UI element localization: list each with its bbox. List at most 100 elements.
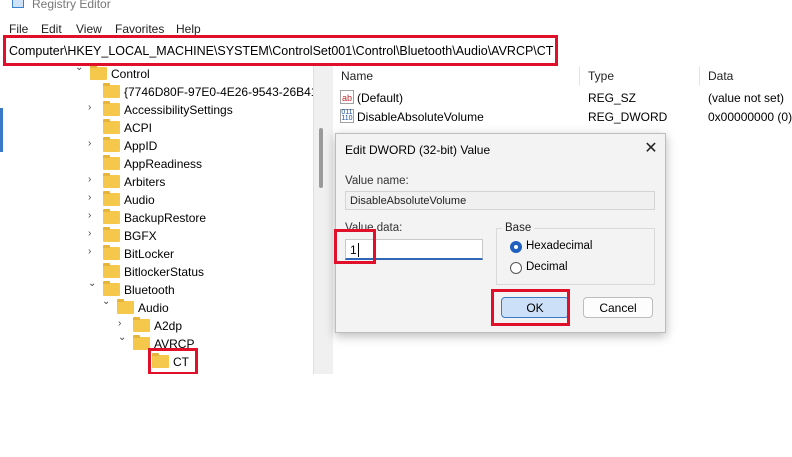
tree-node[interactable]: ⌄ Control bbox=[0, 66, 313, 83]
tree-node[interactable]: BitlockerStatus bbox=[0, 263, 313, 281]
folder-icon bbox=[117, 299, 134, 314]
chevron-right-icon[interactable]: › bbox=[88, 246, 98, 257]
tree-node-label: Arbiters bbox=[124, 175, 166, 189]
menu-view[interactable]: View bbox=[76, 22, 102, 36]
folder-icon bbox=[103, 119, 120, 134]
hexadecimal-radio[interactable] bbox=[510, 241, 522, 253]
folder-icon bbox=[103, 281, 120, 296]
value-data: 0x00000000 (0) bbox=[708, 110, 792, 124]
column-header-data[interactable]: Data bbox=[708, 69, 733, 83]
value-name: (Default) bbox=[357, 91, 404, 105]
folder-icon bbox=[103, 245, 120, 260]
value-row-default[interactable]: ab (Default) REG_SZ (value not set) bbox=[333, 89, 792, 107]
folder-icon bbox=[103, 137, 120, 152]
tree-node[interactable]: › AppID bbox=[0, 137, 313, 155]
folder-icon bbox=[103, 191, 120, 206]
menu-file[interactable]: File bbox=[9, 22, 28, 36]
tree-node[interactable]: › BitLocker bbox=[0, 245, 313, 263]
binary-value-icon: 011 110 bbox=[340, 109, 354, 123]
tree-node-label: BackupRestore bbox=[124, 211, 207, 225]
tree-node-label: AppID bbox=[124, 139, 158, 153]
left-edge-accent bbox=[0, 108, 3, 152]
value-data-highlight-box bbox=[334, 229, 376, 264]
base-label: Base bbox=[502, 222, 535, 234]
tree-node[interactable]: › A2dp bbox=[0, 317, 313, 335]
value-type: REG_SZ bbox=[588, 91, 637, 105]
column-divider[interactable] bbox=[699, 66, 700, 86]
value-name: DisableAbsoluteVolume bbox=[357, 110, 484, 124]
tree-node-label: Audio bbox=[138, 301, 169, 315]
folder-icon bbox=[103, 263, 120, 278]
window-title: Registry Editor bbox=[32, 0, 111, 11]
tree-node-label: BitlockerStatus bbox=[124, 265, 205, 279]
tree-node[interactable]: › Audio bbox=[0, 191, 313, 209]
tree-node[interactable]: › Arbiters bbox=[0, 173, 313, 191]
base-group bbox=[496, 228, 655, 285]
folder-icon bbox=[133, 317, 150, 332]
tree-node-label: {7746D80F-97E0-4E26-9543-26B41FC bbox=[124, 85, 313, 99]
chevron-right-icon[interactable]: › bbox=[88, 210, 98, 221]
blank-area bbox=[0, 374, 792, 457]
cancel-button[interactable]: Cancel bbox=[583, 297, 653, 318]
menu-favorites[interactable]: Favorites bbox=[115, 22, 164, 36]
chevron-right-icon[interactable]: › bbox=[88, 228, 98, 239]
folder-icon bbox=[103, 155, 120, 170]
column-divider[interactable] bbox=[579, 66, 580, 86]
menu-help[interactable]: Help bbox=[176, 22, 201, 36]
column-header-name[interactable]: Name bbox=[341, 69, 373, 83]
tree-node-label: Control bbox=[111, 67, 150, 81]
folder-icon bbox=[103, 209, 120, 224]
chevron-right-icon[interactable]: › bbox=[88, 138, 98, 149]
decimal-label[interactable]: Decimal bbox=[526, 261, 568, 273]
chevron-right-icon[interactable]: › bbox=[118, 318, 128, 329]
tree-node-label: BitLocker bbox=[124, 247, 175, 261]
folder-icon bbox=[103, 173, 120, 188]
close-icon[interactable]: ✕ bbox=[640, 138, 662, 160]
tree-node-label: AccessibilitySettings bbox=[124, 103, 233, 117]
tree-scrollbar[interactable] bbox=[313, 66, 333, 374]
column-header-type[interactable]: Type bbox=[588, 69, 614, 83]
ok-button-highlight-box bbox=[491, 289, 570, 326]
value-data: (value not set) bbox=[708, 91, 785, 105]
value-type: REG_DWORD bbox=[588, 110, 668, 124]
address-highlight-box bbox=[3, 35, 558, 66]
title-bar: Registry Editor bbox=[0, 0, 792, 20]
folder-icon bbox=[90, 66, 107, 80]
tree-node[interactable]: ⌄ Bluetooth bbox=[0, 278, 313, 299]
dialog-title: Edit DWORD (32-bit) Value bbox=[345, 143, 491, 157]
tree-node-label: ACPI bbox=[124, 121, 153, 135]
hexadecimal-label[interactable]: Hexadecimal bbox=[526, 240, 592, 252]
menu-edit[interactable]: Edit bbox=[41, 22, 62, 36]
value-row-disableabsolutevolume[interactable]: 011 110 DisableAbsoluteVolume REG_DWORD … bbox=[333, 108, 792, 126]
decimal-radio[interactable] bbox=[510, 262, 522, 274]
chevron-down-icon[interactable]: ⌄ bbox=[88, 278, 98, 289]
tree-node-label: Bluetooth bbox=[124, 283, 175, 297]
chevron-down-icon[interactable]: ⌄ bbox=[75, 66, 85, 73]
tree-node[interactable]: {7746D80F-97E0-4E26-9543-26B41FC bbox=[0, 83, 313, 101]
folder-icon bbox=[103, 101, 120, 116]
tree-node[interactable]: › BGFX bbox=[0, 227, 313, 245]
chevron-down-icon[interactable]: ⌄ bbox=[102, 296, 112, 307]
ct-key-highlight-box bbox=[148, 348, 198, 375]
tree-scrollbar-thumb[interactable] bbox=[319, 128, 323, 188]
value-name-field: DisableAbsoluteVolume bbox=[345, 191, 655, 210]
tree-node[interactable]: AppReadiness bbox=[0, 155, 313, 173]
tree-node-label: A2dp bbox=[154, 319, 183, 333]
registry-tree[interactable]: ⌄ Control {7746D80F-97E0-4E26-9543-26B41FC… bbox=[0, 66, 313, 374]
tree-node-label: BGFX bbox=[124, 229, 157, 243]
tree-node[interactable]: › AccessibilitySettings bbox=[0, 101, 313, 119]
chevron-right-icon[interactable]: › bbox=[88, 102, 98, 113]
tree-node-label: AppReadiness bbox=[124, 157, 203, 171]
chevron-right-icon[interactable]: › bbox=[88, 192, 98, 203]
folder-icon bbox=[103, 83, 120, 98]
tree-node-label: Audio bbox=[124, 193, 155, 207]
tree-node[interactable]: ACPI bbox=[0, 119, 313, 137]
registry-editor-icon bbox=[12, 0, 24, 8]
chevron-down-icon[interactable]: ⌄ bbox=[118, 332, 128, 343]
string-value-icon: ab bbox=[340, 90, 354, 104]
tree-node[interactable]: ⌄ Audio bbox=[0, 296, 313, 317]
folder-icon bbox=[103, 227, 120, 242]
tree-node[interactable]: › BackupRestore bbox=[0, 209, 313, 227]
chevron-right-icon[interactable]: › bbox=[88, 174, 98, 185]
value-name-label: Value name: bbox=[345, 175, 409, 187]
